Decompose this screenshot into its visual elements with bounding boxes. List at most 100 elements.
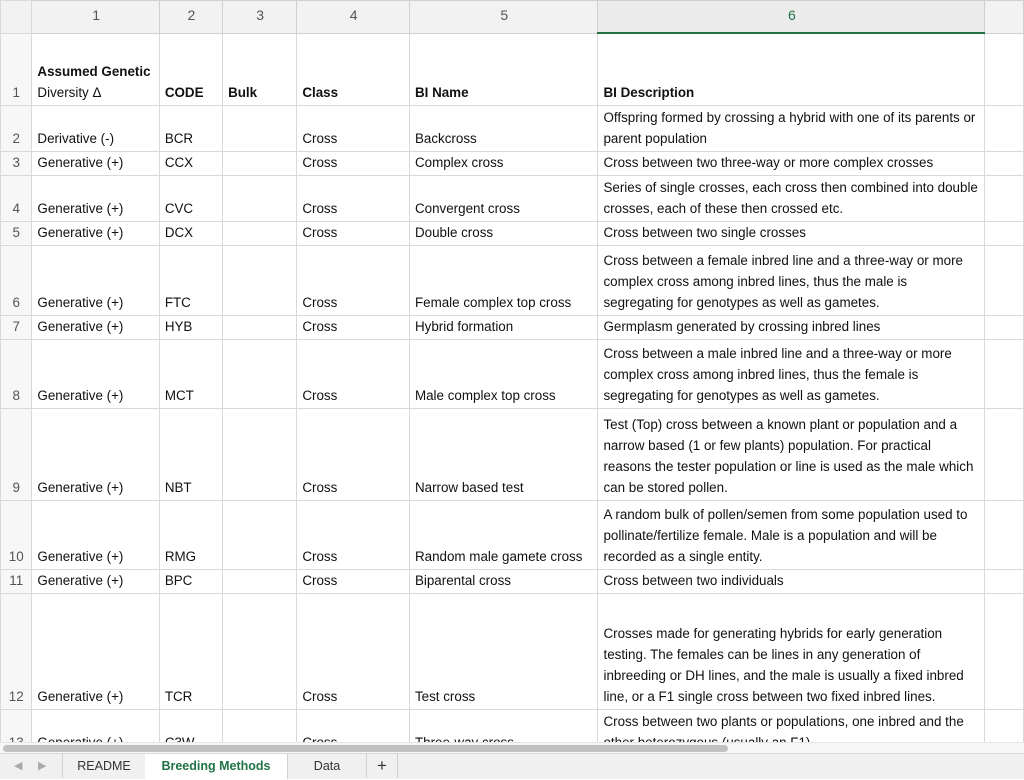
cell-class[interactable]: Cross bbox=[296, 314, 410, 340]
cell-code[interactable]: FTC bbox=[158, 244, 224, 316]
cell-diversity[interactable]: Derivative (-) bbox=[31, 104, 160, 152]
cell-code[interactable]: CCX bbox=[158, 150, 224, 176]
cell-code[interactable]: DCX bbox=[158, 220, 224, 246]
add-sheet-button[interactable]: + bbox=[367, 754, 398, 778]
cell-diversity[interactable]: Generative (+) bbox=[31, 499, 160, 570]
empty-cell[interactable] bbox=[984, 708, 1024, 742]
row-number[interactable]: 11 bbox=[0, 568, 33, 594]
cell-code[interactable]: HYB bbox=[158, 314, 224, 340]
cell-code[interactable]: CVC bbox=[158, 174, 224, 222]
header-description[interactable]: BI Description bbox=[597, 32, 986, 106]
row-number[interactable]: 7 bbox=[0, 314, 33, 340]
cell-name[interactable]: Male complex top cross bbox=[408, 338, 599, 409]
cell-bulk[interactable] bbox=[222, 592, 298, 710]
cell-description[interactable]: Cross between two three-way or more comp… bbox=[597, 150, 986, 176]
row-number[interactable]: 6 bbox=[0, 244, 33, 316]
cell-class[interactable]: Cross bbox=[296, 592, 410, 710]
empty-cell[interactable] bbox=[984, 568, 1024, 594]
cell-name[interactable]: Double cross bbox=[408, 220, 599, 246]
empty-cell[interactable] bbox=[984, 499, 1024, 570]
empty-cell[interactable] bbox=[984, 244, 1024, 316]
cell-name[interactable]: Female complex top cross bbox=[408, 244, 599, 316]
cell-class[interactable]: Cross bbox=[296, 407, 410, 501]
empty-cell[interactable] bbox=[984, 407, 1024, 501]
row-number[interactable]: 9 bbox=[0, 407, 33, 501]
cell-description[interactable]: Cross between two single crosses bbox=[597, 220, 986, 246]
cell-class[interactable]: Cross bbox=[296, 568, 410, 594]
cell-bulk[interactable] bbox=[222, 568, 298, 594]
cell-class[interactable]: Cross bbox=[296, 708, 410, 742]
cell-name[interactable]: Random male gamete cross bbox=[408, 499, 599, 570]
cell-code[interactable]: MCT bbox=[158, 338, 224, 409]
cell-name[interactable]: Convergent cross bbox=[408, 174, 599, 222]
cell-bulk[interactable] bbox=[222, 499, 298, 570]
cell-name[interactable]: Biparental cross bbox=[408, 568, 599, 594]
empty-cell[interactable] bbox=[984, 174, 1024, 222]
sheet-tab-data[interactable]: Data bbox=[288, 754, 367, 778]
cell-bulk[interactable] bbox=[222, 338, 298, 409]
cell-bulk[interactable] bbox=[222, 708, 298, 742]
empty-cell[interactable] bbox=[984, 220, 1024, 246]
column-header-5[interactable]: 5 bbox=[408, 0, 599, 34]
cell-description[interactable]: A random bulk of pollen/semen from some … bbox=[597, 499, 986, 570]
cell-class[interactable]: Cross bbox=[296, 338, 410, 409]
cell-bulk[interactable] bbox=[222, 174, 298, 222]
row-number[interactable]: 1 bbox=[0, 32, 33, 106]
header-class[interactable]: Class bbox=[296, 32, 410, 106]
cell-description[interactable]: Test (Top) cross between a known plant o… bbox=[597, 407, 986, 501]
cell-code[interactable]: C3W bbox=[158, 708, 224, 742]
row-number[interactable]: 4 bbox=[0, 174, 33, 222]
cell-name[interactable]: Test cross bbox=[408, 592, 599, 710]
sheet-tab-readme[interactable]: README bbox=[62, 754, 146, 778]
cell-bulk[interactable] bbox=[222, 244, 298, 316]
cell-bulk[interactable] bbox=[222, 220, 298, 246]
cell-code[interactable]: NBT bbox=[158, 407, 224, 501]
cell-diversity[interactable]: Generative (+) bbox=[31, 220, 160, 246]
cell-diversity[interactable]: Generative (+) bbox=[31, 407, 160, 501]
empty-cell[interactable] bbox=[984, 150, 1024, 176]
cell-description[interactable]: Cross between a female inbred line and a… bbox=[597, 244, 986, 316]
empty-cell[interactable] bbox=[984, 592, 1024, 710]
column-header-2[interactable]: 2 bbox=[158, 0, 224, 34]
cell-class[interactable]: Cross bbox=[296, 244, 410, 316]
row-number[interactable]: 13 bbox=[0, 708, 33, 742]
cell-description[interactable]: Germplasm generated by crossing inbred l… bbox=[597, 314, 986, 340]
cell-code[interactable]: TCR bbox=[158, 592, 224, 710]
empty-cell[interactable] bbox=[984, 338, 1024, 409]
cell-description[interactable]: Cross between two plants or populations,… bbox=[597, 708, 986, 742]
spreadsheet-grid[interactable]: 123456 1 Assumed Genetic Diversity Δ CODE… bbox=[0, 0, 1024, 742]
cell-name[interactable]: Narrow based test bbox=[408, 407, 599, 501]
cell-bulk[interactable] bbox=[222, 314, 298, 340]
header-diversity[interactable]: Assumed Genetic Diversity Δ bbox=[31, 32, 160, 106]
cell-diversity[interactable]: Generative (+) bbox=[31, 568, 160, 594]
row-number[interactable]: 8 bbox=[0, 338, 33, 409]
cell-description[interactable]: Cross between two individuals bbox=[597, 568, 986, 594]
cell-description[interactable]: Series of single crosses, each cross the… bbox=[597, 174, 986, 222]
cell-description[interactable]: Cross between a male inbred line and a t… bbox=[597, 338, 986, 409]
cell-name[interactable]: Complex cross bbox=[408, 150, 599, 176]
column-header-6[interactable]: 6 bbox=[597, 0, 986, 34]
empty-cell[interactable] bbox=[984, 104, 1024, 152]
row-number[interactable]: 10 bbox=[0, 499, 33, 570]
row-number[interactable]: 3 bbox=[0, 150, 33, 176]
cell-diversity[interactable]: Generative (+) bbox=[31, 244, 160, 316]
column-header-1[interactable]: 1 bbox=[31, 0, 160, 34]
cell-bulk[interactable] bbox=[222, 407, 298, 501]
cell-code[interactable]: BPC bbox=[158, 568, 224, 594]
cell-diversity[interactable]: Generative (+) bbox=[31, 592, 160, 710]
header-code[interactable]: CODE bbox=[158, 32, 224, 106]
sheet-tab-breeding-methods[interactable]: Breeding Methods bbox=[145, 754, 288, 780]
row-number[interactable]: 2 bbox=[0, 104, 33, 152]
header-name[interactable]: BI Name bbox=[408, 32, 599, 106]
cell-bulk[interactable] bbox=[222, 150, 298, 176]
cell-diversity[interactable]: Generative (+) bbox=[31, 338, 160, 409]
cell-code[interactable]: BCR bbox=[158, 104, 224, 152]
column-header-4[interactable]: 4 bbox=[296, 0, 410, 34]
row-number[interactable]: 5 bbox=[0, 220, 33, 246]
column-header-3[interactable]: 3 bbox=[222, 0, 298, 34]
cell-name[interactable]: Backcross bbox=[408, 104, 599, 152]
prev-sheet-icon[interactable]: ◀ bbox=[14, 759, 22, 772]
cell-class[interactable]: Cross bbox=[296, 499, 410, 570]
cell-bulk[interactable] bbox=[222, 104, 298, 152]
cell-diversity[interactable]: Generative (+) bbox=[31, 150, 160, 176]
